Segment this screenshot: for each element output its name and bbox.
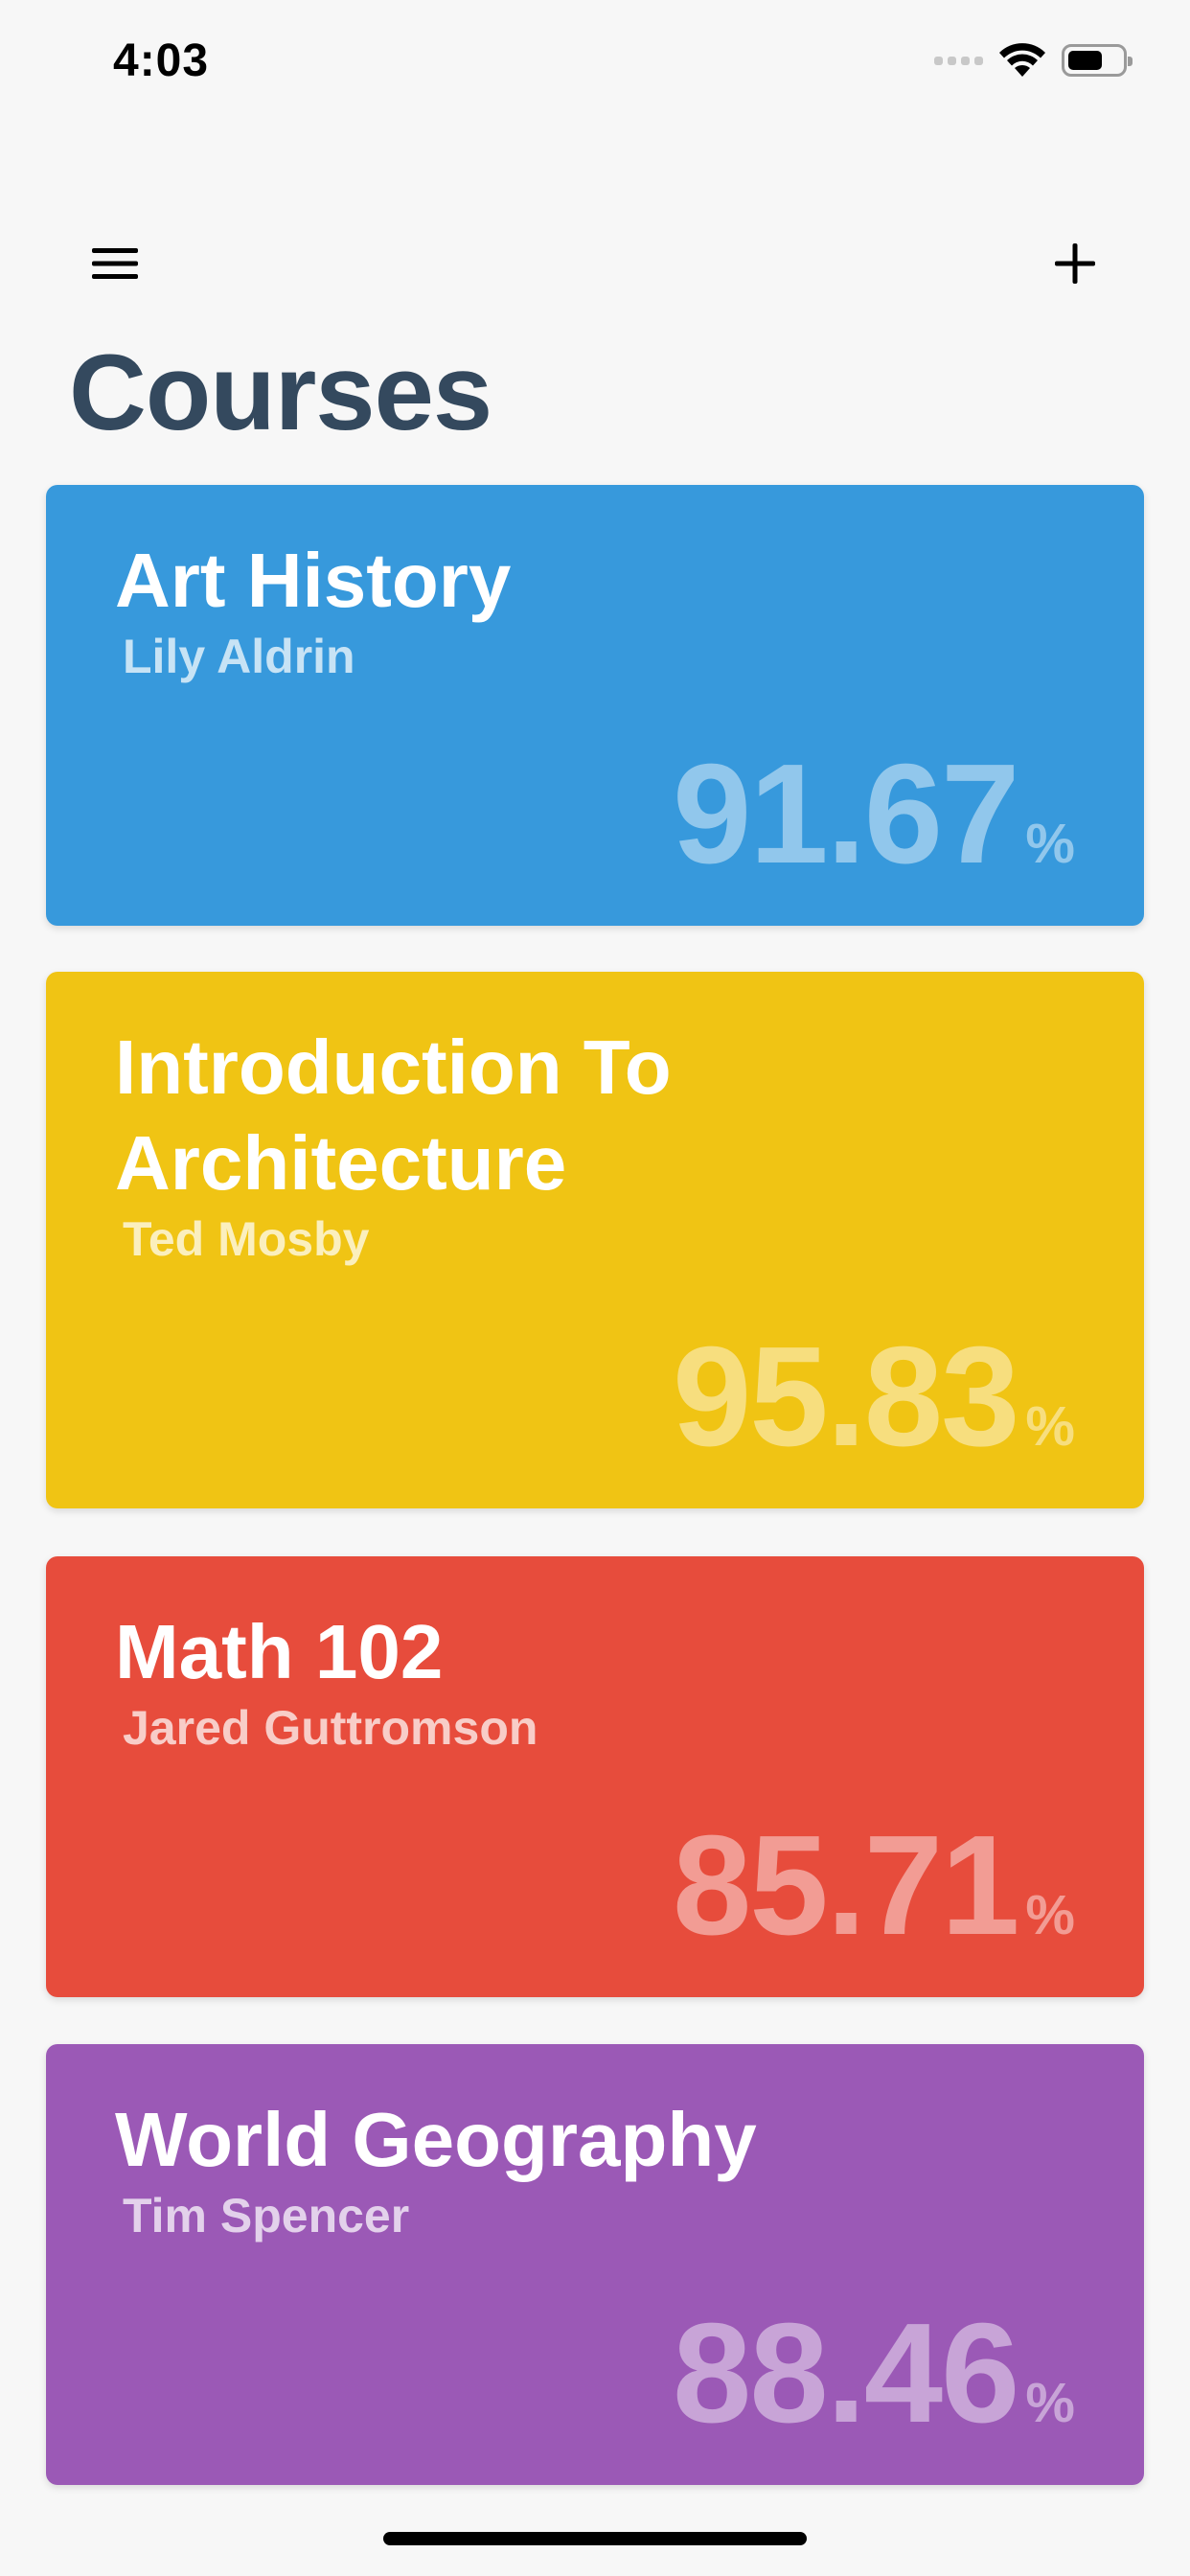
course-grade: 88.46 %: [673, 2303, 1075, 2445]
course-teacher: Lily Aldrin: [123, 630, 355, 683]
course-name: Introduction To Architecture: [115, 1024, 672, 1206]
battery-icon: [1062, 44, 1133, 77]
grade-value: 91.67: [673, 735, 1019, 893]
course-grade: 95.83 %: [673, 1326, 1075, 1468]
course-name: World Geography: [115, 2097, 757, 2182]
home-indicator[interactable]: [383, 2532, 807, 2545]
menu-button[interactable]: [77, 230, 153, 297]
grade-value: 88.46: [673, 2294, 1019, 2452]
grade-unit: %: [1025, 1395, 1075, 1458]
wifi-icon: [999, 43, 1045, 77]
add-course-button[interactable]: [1037, 230, 1113, 297]
status-time: 4:03: [113, 35, 210, 86]
course-card-art-history[interactable]: Art History Lily Aldrin 91.67 %: [46, 485, 1144, 926]
course-teacher: Tim Spencer: [123, 2189, 410, 2242]
grade-value: 85.71: [673, 1806, 1019, 1965]
plus-icon: [1055, 243, 1095, 284]
course-card-world-geography[interactable]: World Geography Tim Spencer 88.46 %: [46, 2044, 1144, 2485]
grade-unit: %: [1025, 2372, 1075, 2434]
hamburger-icon: [92, 248, 138, 279]
course-card-math-102[interactable]: Math 102 Jared Guttromson 85.71 %: [46, 1556, 1144, 1997]
status-bar: 4:03: [0, 0, 1190, 134]
status-icons: [934, 42, 1133, 79]
course-grade: 91.67 %: [673, 744, 1075, 886]
course-name: Art History: [115, 538, 512, 623]
page-title: Courses: [69, 333, 492, 452]
course-grade: 85.71 %: [673, 1815, 1075, 1957]
course-teacher: Jared Guttromson: [123, 1701, 538, 1755]
cellular-signal-icon: [934, 56, 983, 65]
course-card-introduction-to-architecture[interactable]: Introduction To Architecture Ted Mosby 9…: [46, 972, 1144, 1508]
course-name: Math 102: [115, 1609, 444, 1694]
grade-value: 95.83: [673, 1318, 1019, 1476]
course-teacher: Ted Mosby: [123, 1212, 370, 1266]
grade-unit: %: [1025, 813, 1075, 875]
nav-bar: [0, 211, 1190, 307]
grade-unit: %: [1025, 1884, 1075, 1946]
